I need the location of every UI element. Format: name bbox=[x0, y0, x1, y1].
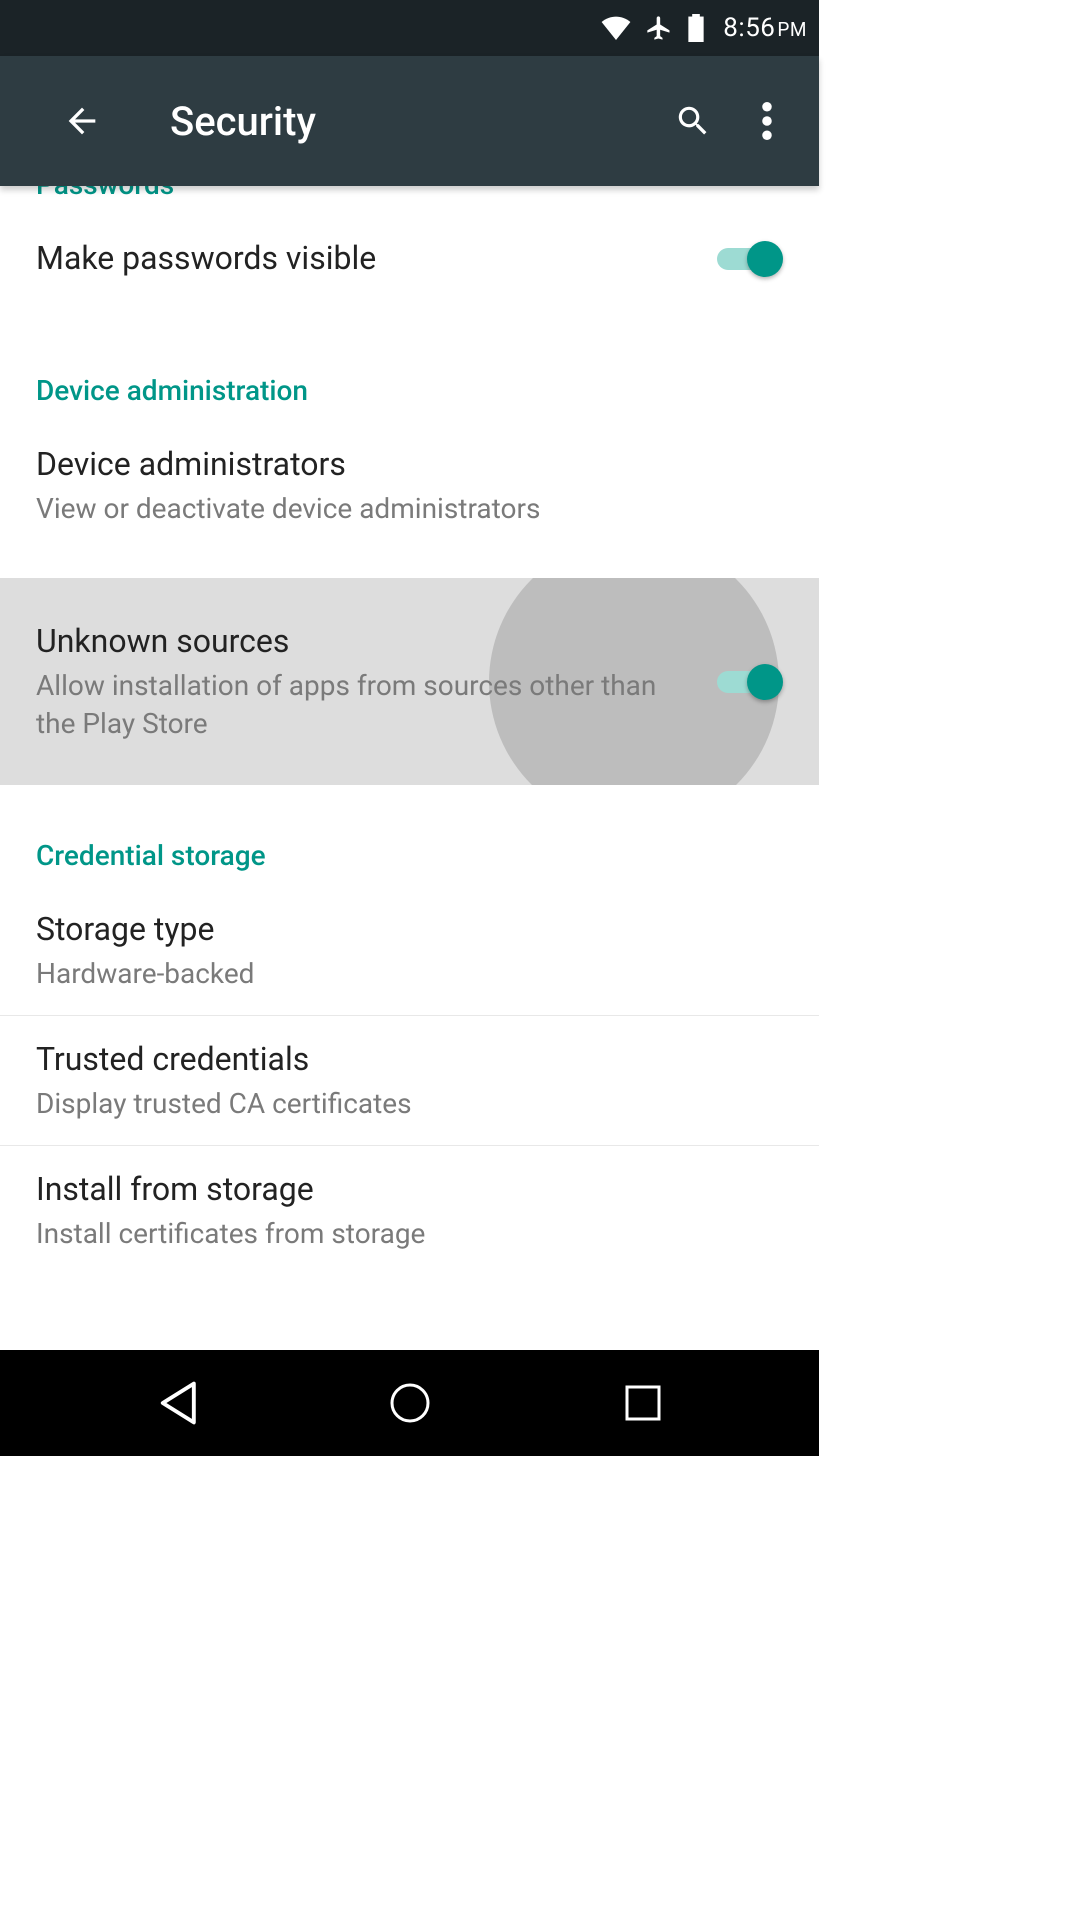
settings-list[interactable]: Passwords Make passwords visible Device … bbox=[0, 186, 819, 1350]
status-clock: 8:56PM bbox=[723, 13, 807, 43]
back-button[interactable] bbox=[54, 93, 110, 149]
setting-device-administrators[interactable]: Device administrators View or deactivate… bbox=[0, 421, 819, 550]
setting-trusted-credentials[interactable]: Trusted credentials Display trusted CA c… bbox=[0, 1016, 819, 1145]
status-time: 8:56 bbox=[723, 13, 775, 43]
setting-storage-type[interactable]: Storage type Hardware-backed bbox=[0, 886, 819, 1015]
item-title: Unknown sources bbox=[36, 620, 691, 663]
nav-home-button[interactable] bbox=[380, 1373, 440, 1433]
overflow-menu-button[interactable] bbox=[739, 93, 795, 149]
battery-icon bbox=[687, 14, 705, 42]
navigation-bar bbox=[0, 1350, 819, 1456]
setting-make-passwords-visible[interactable]: Make passwords visible bbox=[0, 215, 819, 302]
status-bar: 8:56PM bbox=[0, 0, 819, 56]
page-title: Security bbox=[170, 98, 647, 145]
status-ampm: PM bbox=[777, 18, 807, 41]
item-title: Make passwords visible bbox=[36, 237, 691, 280]
airplane-mode-icon bbox=[645, 14, 673, 42]
item-title: Trusted credentials bbox=[36, 1038, 763, 1081]
setting-unknown-sources[interactable]: Unknown sources Allow installation of ap… bbox=[0, 578, 819, 785]
setting-install-from-storage[interactable]: Install from storage Install certificate… bbox=[0, 1146, 819, 1275]
section-header-credential-storage: Credential storage bbox=[0, 811, 819, 886]
item-subtitle: Allow installation of apps from sources … bbox=[36, 667, 691, 743]
app-bar: Security bbox=[0, 56, 819, 186]
item-subtitle: Hardware-backed bbox=[36, 955, 763, 993]
search-button[interactable] bbox=[665, 93, 721, 149]
item-subtitle: Install certificates from storage bbox=[36, 1215, 763, 1253]
item-title: Install from storage bbox=[36, 1168, 763, 1211]
section-header-passwords: Passwords bbox=[0, 186, 819, 215]
item-title: Storage type bbox=[36, 908, 763, 951]
nav-recent-button[interactable] bbox=[613, 1373, 673, 1433]
nav-back-button[interactable] bbox=[147, 1373, 207, 1433]
toggle-unknown-sources[interactable] bbox=[711, 662, 783, 702]
item-subtitle: View or deactivate device administrators bbox=[36, 490, 763, 528]
toggle-make-passwords-visible[interactable] bbox=[711, 239, 783, 279]
item-title: Device administrators bbox=[36, 443, 763, 486]
wifi-icon bbox=[601, 16, 631, 40]
section-header-device-admin: Device administration bbox=[0, 346, 819, 421]
item-subtitle: Display trusted CA certificates bbox=[36, 1085, 763, 1123]
